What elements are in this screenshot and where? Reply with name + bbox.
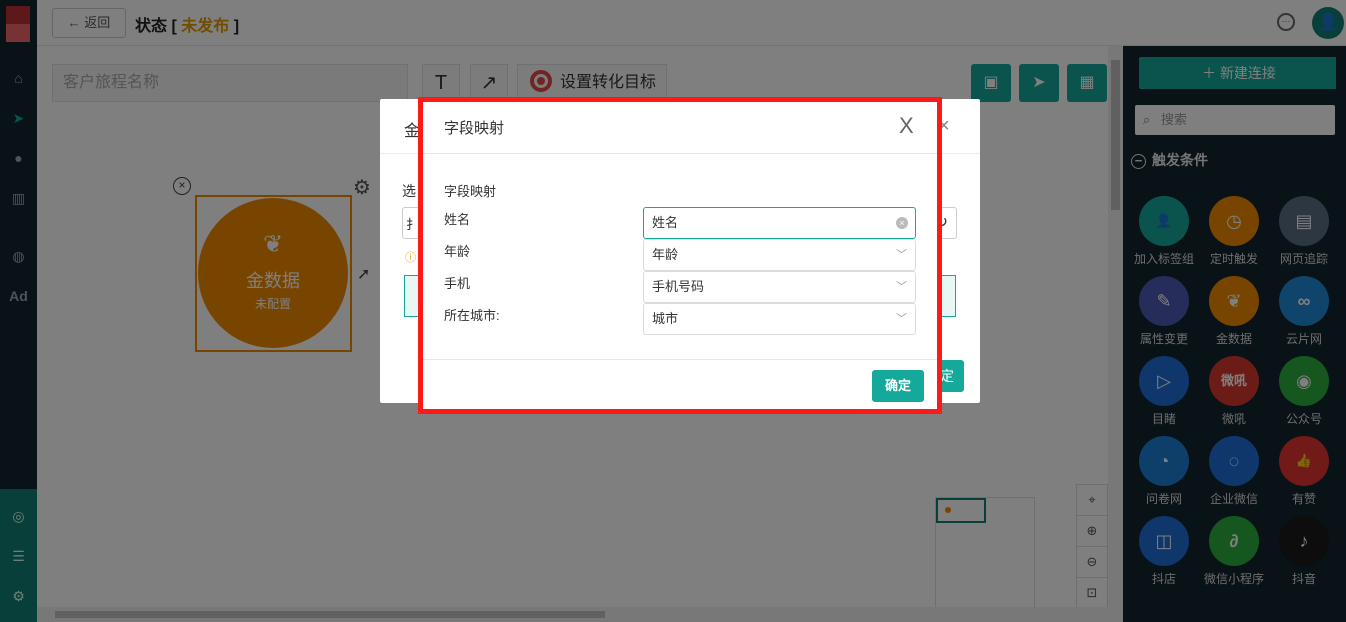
section-label: 字段映射 — [444, 184, 497, 199]
dialog-title: 字段映射 — [444, 120, 505, 137]
warning-icon: ⓘ — [405, 252, 416, 264]
divider — [423, 153, 937, 154]
field-mapping-dialog: 字段映射 X 字段映射 姓名 姓名 × 年龄 年龄 ﹀ 手机 手机号码 ﹀ 所在… — [423, 102, 937, 409]
field-label-city: 所在城市: — [444, 308, 500, 323]
divider — [423, 359, 937, 360]
field-label-name: 姓名 — [444, 212, 471, 227]
close-icon[interactable]: X — [899, 113, 914, 139]
phone-mapping-select[interactable]: 手机号码 ﹀ — [643, 271, 916, 303]
chevron-down-icon: ﹀ — [896, 249, 907, 261]
chevron-down-icon: ﹀ — [896, 281, 907, 293]
clear-icon[interactable]: × — [896, 217, 908, 229]
age-mapping-select[interactable]: 年龄 ﹀ — [643, 239, 916, 271]
chevron-down-icon: ﹀ — [896, 313, 907, 325]
name-mapping-select[interactable]: 姓名 × — [643, 207, 916, 239]
confirm-button[interactable]: 确定 — [872, 370, 924, 402]
field-label-age: 年龄 — [444, 244, 471, 259]
field-label-phone: 手机 — [444, 276, 471, 291]
city-mapping-select[interactable]: 城市 ﹀ — [643, 303, 916, 335]
